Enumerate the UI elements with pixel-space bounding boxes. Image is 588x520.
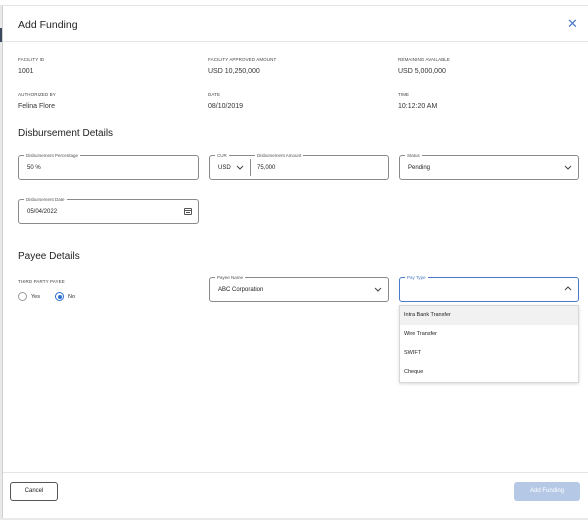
approved-amount-value: USD 10,250,000 xyxy=(208,68,260,75)
pay-type-option-intra-bank-transfer[interactable]: Intra Bank Transfer xyxy=(400,306,578,325)
dialog-footer xyxy=(3,472,588,518)
status-select[interactable]: Status Pending xyxy=(399,153,579,180)
payee-details-title: Payee Details xyxy=(18,251,80,262)
time-label: TIME xyxy=(398,92,410,97)
pay-type-dropdown: Intra Bank Transfer Wire Transfer SWIFT … xyxy=(399,305,579,383)
pay-type-option-cheque[interactable]: Cheque xyxy=(400,363,578,382)
close-icon[interactable]: ✕ xyxy=(567,17,579,30)
facility-id-label: FACILITY ID xyxy=(18,57,45,62)
pay-type-select[interactable]: Pay Type xyxy=(399,275,579,302)
third-party-payee-label: THIRD PARTY PAYEE xyxy=(18,279,65,284)
time-value: 10:12:20 AM xyxy=(398,103,438,110)
chevron-up-icon xyxy=(564,286,572,291)
dialog-header: Add Funding ✕ xyxy=(3,6,588,42)
disbursement-amount-group: CUR Disbursement Amount USD 75,000 xyxy=(209,153,389,180)
payee-name-label: Payee Name xyxy=(215,275,246,280)
add-funding-button[interactable]: Add Funding xyxy=(514,482,580,501)
authorized-by-value: Felina Flore xyxy=(18,103,55,110)
remaining-available-value: USD 5,000,000 xyxy=(398,68,446,75)
disbursement-percentage-field[interactable]: Disbursement Percentage 50 % xyxy=(18,153,199,180)
pay-type-label: Pay Type xyxy=(405,275,428,280)
chevron-down-icon xyxy=(374,287,382,292)
approved-amount-label: FACILITY APPROVED AMOUNT xyxy=(208,57,277,62)
third-party-no-label: No xyxy=(68,294,76,300)
disbursement-amount-input[interactable]: 75,000 xyxy=(251,156,389,179)
disbursement-percentage-value: 50 % xyxy=(27,165,41,171)
third-party-no-radio[interactable] xyxy=(55,292,64,301)
calendar-icon[interactable] xyxy=(184,208,192,215)
pay-type-option-wire-transfer[interactable]: Wire Transfer xyxy=(400,325,578,344)
third-party-yes-label: Yes xyxy=(31,294,40,300)
pay-type-option-swift[interactable]: SWIFT xyxy=(400,344,578,363)
facility-id-value: 1001 xyxy=(18,68,34,75)
date-label: DATE xyxy=(208,92,221,97)
chevron-down-icon xyxy=(236,165,244,170)
remaining-available-label: REMAINING AVAILABLE xyxy=(398,57,450,62)
disbursement-date-label: Disbursement Date xyxy=(24,197,67,202)
disbursement-details-title: Disbursement Details xyxy=(18,128,114,139)
disbursement-amount-value: 75,000 xyxy=(257,165,276,171)
disbursement-date-field[interactable]: Disbursement Date 05/04/2022 xyxy=(18,197,199,224)
disbursement-percentage-label: Disbursement Percentage xyxy=(24,153,81,158)
authorized-by-label: AUTHORIZED BY xyxy=(18,92,56,97)
dialog-title: Add Funding xyxy=(18,19,78,31)
date-value: 08/10/2019 xyxy=(208,103,244,110)
add-funding-dialog: Add Funding ✕ FACILITY ID 1001 FACILITY … xyxy=(2,6,588,518)
currency-value: USD xyxy=(218,165,231,171)
chevron-down-icon xyxy=(564,165,572,170)
disbursement-date-value: 05/04/2022 xyxy=(27,209,58,215)
cancel-button[interactable]: Cancel xyxy=(10,482,58,501)
payee-name-select[interactable]: Payee Name ABC Corporation xyxy=(209,275,389,302)
status-value: Pending xyxy=(408,165,431,171)
status-label: Status xyxy=(405,153,422,158)
third-party-yes-radio[interactable] xyxy=(18,292,27,301)
payee-name-value: ABC Corporation xyxy=(218,287,264,293)
currency-select[interactable]: USD xyxy=(210,156,250,179)
